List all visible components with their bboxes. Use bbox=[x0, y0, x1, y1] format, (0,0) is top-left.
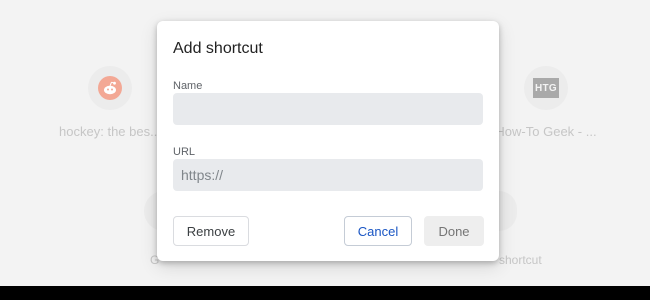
new-tab-page: hockey: the bes... HTG How-To Geek - ...… bbox=[0, 0, 650, 300]
htg-icon: HTG bbox=[524, 66, 568, 110]
htg-logo: HTG bbox=[533, 78, 559, 98]
shortcut-title-partial: shortcut bbox=[499, 253, 542, 267]
shortcut-tile-hockey[interactable]: hockey: the bes... bbox=[50, 66, 170, 139]
name-field[interactable] bbox=[173, 93, 483, 125]
dialog-title: Add shortcut bbox=[173, 40, 263, 57]
shortcut-title: hockey: the bes... bbox=[59, 124, 161, 139]
name-label: Name bbox=[173, 80, 203, 92]
remove-button[interactable]: Remove bbox=[173, 216, 249, 246]
cancel-button[interactable]: Cancel bbox=[344, 216, 412, 246]
reddit-icon bbox=[88, 66, 132, 110]
shortcut-title: How-To Geek - ... bbox=[495, 124, 597, 139]
add-shortcut-dialog: Add shortcut Name URL Remove Cancel Done bbox=[157, 21, 499, 261]
done-button[interactable]: Done bbox=[424, 216, 484, 246]
screen-bottom-bar bbox=[0, 286, 650, 300]
url-field[interactable] bbox=[173, 159, 483, 191]
shortcut-tile-add-icon bbox=[499, 191, 517, 231]
url-label: URL bbox=[173, 146, 196, 158]
shortcut-tile-htg[interactable]: HTG How-To Geek - ... bbox=[486, 66, 606, 139]
